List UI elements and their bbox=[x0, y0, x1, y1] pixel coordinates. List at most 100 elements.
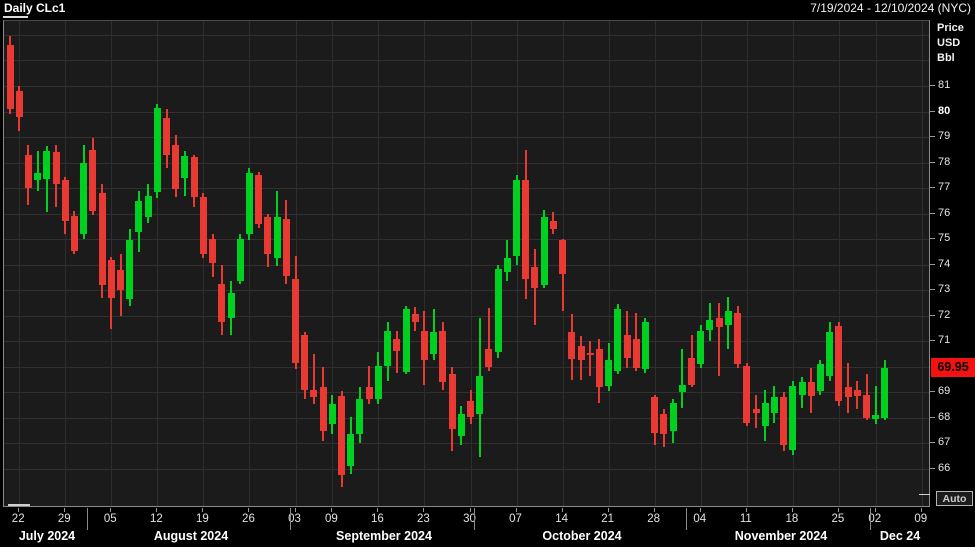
candle-body bbox=[282, 218, 290, 277]
candle-body bbox=[688, 357, 696, 385]
candle-body bbox=[338, 396, 346, 476]
candle-body bbox=[522, 180, 530, 279]
price-tick-label: 66 bbox=[938, 461, 951, 474]
candle-body bbox=[356, 398, 364, 435]
week-gridline bbox=[470, 21, 472, 506]
price-axis[interactable]: Price USD Bbl 81 80 79 78 77 76 75 74 73 72 71 69 68… bbox=[930, 17, 975, 512]
candle-body bbox=[770, 397, 778, 413]
week-gridline bbox=[249, 21, 251, 506]
price-gridline bbox=[4, 60, 929, 62]
date-tick-label: 26 bbox=[242, 513, 255, 525]
candle-wick bbox=[718, 303, 721, 376]
candle-body bbox=[34, 172, 42, 181]
date-tick-mark bbox=[791, 508, 793, 512]
week-gridline bbox=[608, 21, 610, 506]
price-gridline bbox=[4, 290, 929, 292]
candle-body bbox=[43, 151, 51, 180]
date-tick-label: 19 bbox=[196, 513, 209, 525]
week-gridline bbox=[921, 21, 923, 506]
price-tick-label: 79 bbox=[938, 130, 951, 143]
price-tick-label: 73 bbox=[938, 283, 951, 296]
candle-body bbox=[872, 415, 880, 420]
candle-body bbox=[835, 325, 843, 402]
price-gridline bbox=[4, 468, 929, 470]
auto-scale-button[interactable]: Auto bbox=[936, 491, 973, 506]
candle-body bbox=[614, 309, 622, 371]
candle-body bbox=[301, 334, 309, 390]
week-gridline bbox=[700, 21, 702, 506]
month-label: September 2024 bbox=[336, 529, 432, 543]
candle-body bbox=[632, 338, 640, 369]
date-axis[interactable]: 22 29 05 12 19 26 03 09 16 23 30 07 14 21 28 04 11 18 25 02… bbox=[0, 508, 975, 547]
candle-wick bbox=[36, 151, 39, 191]
date-tick-mark bbox=[202, 508, 204, 512]
candle-body bbox=[6, 45, 14, 109]
candle-body bbox=[853, 389, 861, 397]
date-tick-mark bbox=[156, 508, 158, 512]
candle-body bbox=[605, 360, 613, 386]
date-tick-label: 09 bbox=[324, 513, 338, 525]
candle-body bbox=[595, 348, 603, 388]
date-tick-mark bbox=[920, 508, 922, 512]
candle-body bbox=[457, 414, 465, 436]
week-gridline bbox=[838, 21, 840, 506]
candle-body bbox=[328, 403, 336, 425]
candle-body bbox=[319, 387, 327, 431]
price-gridline bbox=[4, 315, 929, 317]
candle-body bbox=[780, 397, 788, 445]
price-tick-mark bbox=[930, 416, 935, 418]
candlestick-plot-area[interactable] bbox=[3, 20, 930, 507]
price-tick-mark bbox=[930, 110, 935, 112]
candle-body bbox=[789, 385, 797, 450]
candle-body bbox=[549, 221, 557, 229]
date-tick-label: 25 bbox=[831, 513, 845, 525]
terminal-chart-window: { "header": { "title": "Daily CLc1", "da… bbox=[0, 0, 975, 547]
price-tick-label: 69 bbox=[938, 385, 951, 398]
price-tick-mark bbox=[930, 238, 935, 240]
month-separator bbox=[289, 508, 291, 530]
axis-handle-bottom-left[interactable] bbox=[8, 504, 30, 506]
price-tick-label: 67 bbox=[938, 436, 951, 449]
price-gridline bbox=[4, 34, 929, 36]
month-label: Dec 24 bbox=[879, 529, 921, 543]
candle-body bbox=[503, 258, 511, 273]
candle-body bbox=[660, 414, 668, 435]
candle-body bbox=[393, 338, 401, 352]
candle-body bbox=[568, 332, 576, 360]
axis-handle-top-left[interactable] bbox=[3, 16, 28, 18]
price-tick-label: 71 bbox=[938, 334, 951, 347]
candle-body bbox=[181, 156, 189, 178]
price-gridline bbox=[4, 264, 929, 266]
price-tick-label: 76 bbox=[938, 206, 951, 219]
candle-body bbox=[236, 239, 244, 282]
date-tick-label: 23 bbox=[417, 513, 430, 525]
price-tick-mark bbox=[930, 85, 935, 86]
axis-unit-usd: USD bbox=[937, 37, 961, 49]
date-tick-mark bbox=[653, 508, 655, 512]
date-tick-mark bbox=[248, 508, 250, 512]
candle-body bbox=[734, 313, 742, 365]
candle-body bbox=[89, 149, 97, 212]
candle-body bbox=[347, 434, 355, 467]
price-tick-label: 77 bbox=[938, 181, 951, 194]
date-tick-label: 29 bbox=[57, 513, 71, 525]
price-tick-label: 81 bbox=[938, 79, 951, 91]
price-tick-mark bbox=[930, 442, 935, 444]
price-tick-label: 75 bbox=[938, 232, 951, 245]
week-gridline bbox=[424, 21, 426, 506]
candle-body bbox=[448, 374, 456, 430]
date-tick-label: 03 bbox=[288, 513, 301, 525]
price-tick-mark bbox=[930, 289, 935, 291]
candle-body bbox=[844, 387, 852, 398]
last-price-badge: 69.95 bbox=[931, 358, 975, 378]
candle-body bbox=[144, 195, 152, 218]
candle-body bbox=[715, 318, 723, 328]
date-tick-label: 30 bbox=[463, 513, 476, 525]
candle-body bbox=[863, 394, 871, 418]
price-tick-mark bbox=[930, 187, 935, 189]
candle-body bbox=[292, 278, 299, 363]
price-gridline bbox=[4, 341, 929, 343]
date-tick-mark bbox=[745, 508, 747, 512]
candle-body bbox=[641, 322, 649, 370]
price-gridline bbox=[4, 188, 929, 190]
